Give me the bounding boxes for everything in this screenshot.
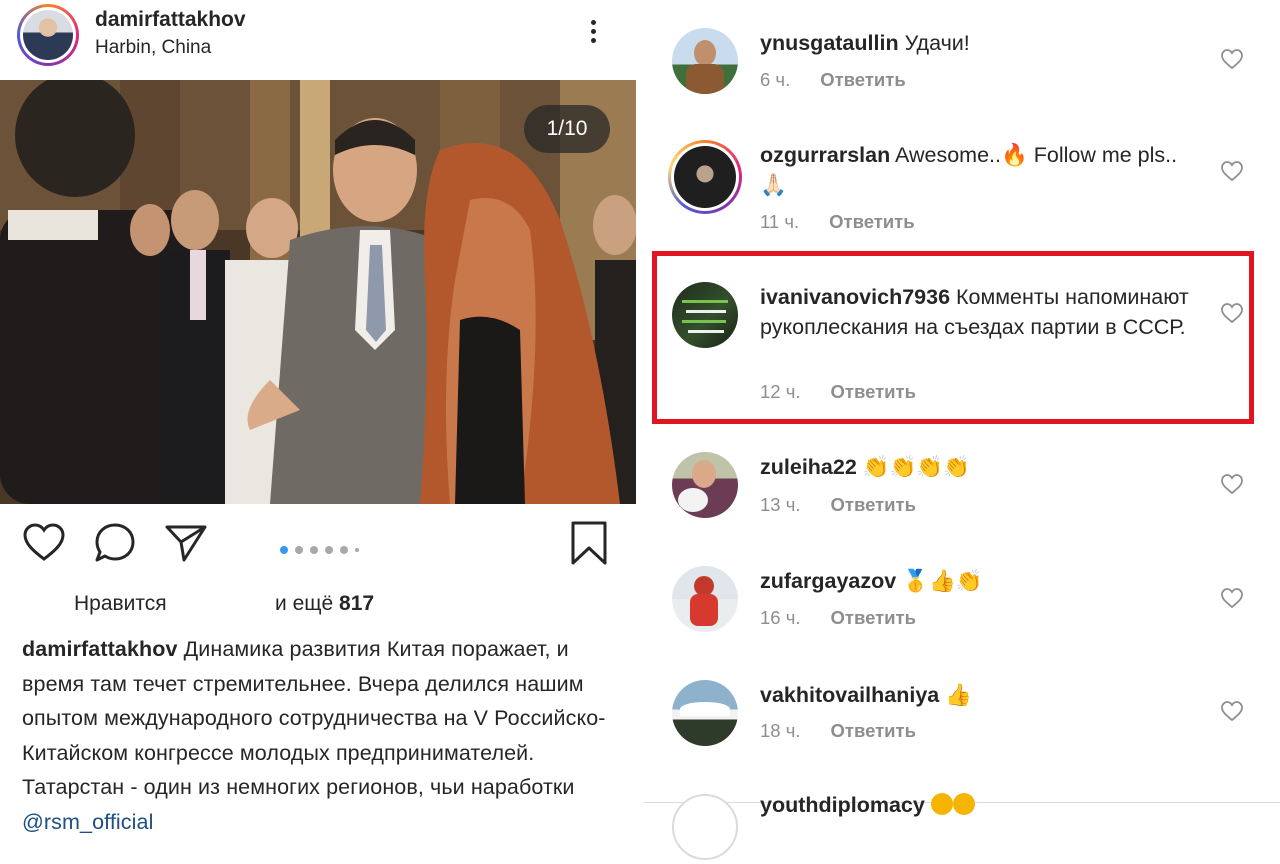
bookmark-icon[interactable] [570, 520, 608, 566]
caption-text: Динамика развития Китая поражает, и врем… [22, 637, 606, 799]
caption-mention-link[interactable]: @rsm_official [22, 810, 153, 834]
likes-label[interactable]: Нравится [74, 592, 167, 616]
comments-panel: ynusgataullin Удачи! 6 ч. Ответить ozgurr… [644, 0, 1280, 864]
carousel-counter: 1/10 [524, 105, 610, 153]
comment-avatar[interactable] [672, 794, 738, 860]
carousel-dot [340, 545, 348, 554]
emoji-icon [952, 793, 975, 815]
comment-username[interactable]: vakhitovailhaniya [760, 683, 939, 707]
comment-time: 6 ч. [760, 69, 791, 90]
comment-meta: 16 ч. Ответить [760, 607, 916, 629]
likes-count: 817 [339, 592, 375, 615]
comment-meta: 13 ч. Ответить [760, 494, 916, 516]
emoji-icon [930, 793, 953, 815]
comment-avatar[interactable] [668, 140, 742, 214]
post-panel: damirfattakhov Harbin, China 1/10 Нравит… [0, 0, 636, 864]
comment-text: youthdiplomacy [760, 790, 1200, 820]
comment-heart-icon[interactable] [1220, 587, 1244, 609]
likes-count-row[interactable]: и ещё 817 [275, 592, 374, 616]
comment-heart-icon[interactable] [1220, 700, 1244, 722]
panel-divider [636, 0, 644, 864]
comment-heart-icon[interactable] [1220, 48, 1244, 70]
post-username[interactable]: damirfattakhov [95, 8, 246, 32]
comment-avatar[interactable] [672, 680, 738, 746]
comment-body: 👏👏👏👏 [862, 455, 970, 479]
reply-button[interactable]: Ответить [829, 211, 915, 232]
comment-username[interactable]: ynusgataullin [760, 31, 899, 55]
comment-body: 👍 [945, 683, 973, 707]
carousel-dot [325, 545, 333, 554]
comment-avatar[interactable] [672, 452, 738, 518]
comment-avatar[interactable] [672, 566, 738, 632]
reply-button[interactable]: Ответить [831, 607, 917, 628]
comment-username[interactable]: zuleiha22 [760, 455, 857, 479]
comment-text: zufargayazov 🥇👍👏 [760, 566, 1200, 596]
comment-meta: 12 ч. Ответить [760, 381, 916, 403]
comment-text: ozgurrarslan Awesome..🔥 Follow me pls..🙏… [760, 140, 1200, 200]
comment-time: 18 ч. [760, 720, 801, 741]
post-author-avatar[interactable] [17, 4, 79, 66]
paper-plane-icon[interactable] [164, 522, 208, 564]
comment-text: ivanivanovich7936 Комменты напоминают ру… [760, 282, 1200, 342]
reply-button[interactable]: Ответить [831, 720, 917, 741]
comment-text: zuleiha22 👏👏👏👏 [760, 452, 1200, 482]
comment-body: Удачи! [904, 31, 970, 55]
comment-time: 16 ч. [760, 607, 801, 628]
post-location[interactable]: Harbin, China [95, 37, 211, 59]
comment-avatar[interactable] [672, 282, 738, 348]
comment-heart-icon[interactable] [1220, 473, 1244, 495]
comment-meta: 18 ч. Ответить [760, 720, 916, 742]
carousel-dot [310, 545, 318, 554]
heart-icon[interactable] [22, 522, 66, 562]
comment-username[interactable]: ozgurrarslan [760, 143, 890, 167]
reply-button[interactable]: Ответить [820, 69, 906, 90]
likes-more-label: и ещё [275, 592, 334, 615]
comment-time: 13 ч. [760, 494, 801, 515]
comment-bubble-icon[interactable] [94, 522, 136, 564]
comment-body: 🥇👍👏 [902, 569, 983, 593]
post-caption: damirfattakhov Динамика развития Китая п… [22, 632, 622, 839]
carousel-dot [355, 547, 359, 552]
more-options-icon[interactable] [584, 16, 602, 52]
carousel-dots [280, 541, 366, 559]
reply-button[interactable]: Ответить [831, 381, 917, 402]
post-action-bar [0, 504, 636, 584]
comment-time: 12 ч. [760, 381, 801, 402]
comment-meta: 11 ч. Ответить [760, 211, 915, 233]
reply-button[interactable]: Ответить [831, 494, 917, 515]
comment-time: 11 ч. [760, 211, 800, 232]
comment-text: vakhitovailhaniya 👍 [760, 680, 1200, 710]
post-photo[interactable]: 1/10 [0, 80, 636, 504]
comment-meta: 6 ч. Ответить [760, 69, 906, 91]
comment-avatar[interactable] [672, 28, 738, 94]
comment-text: ynusgataullin Удачи! [760, 28, 1200, 58]
caption-username[interactable]: damirfattakhov [22, 637, 178, 661]
comment-heart-icon[interactable] [1220, 302, 1244, 324]
post-header: damirfattakhov Harbin, China [0, 0, 636, 80]
comment-username[interactable]: zufargayazov [760, 569, 896, 593]
comment-heart-icon[interactable] [1220, 160, 1244, 182]
carousel-dot-active [280, 545, 288, 554]
comment-username[interactable]: youthdiplomacy [760, 793, 925, 817]
carousel-dot [295, 545, 303, 554]
comment-username[interactable]: ivanivanovich7936 [760, 285, 950, 309]
